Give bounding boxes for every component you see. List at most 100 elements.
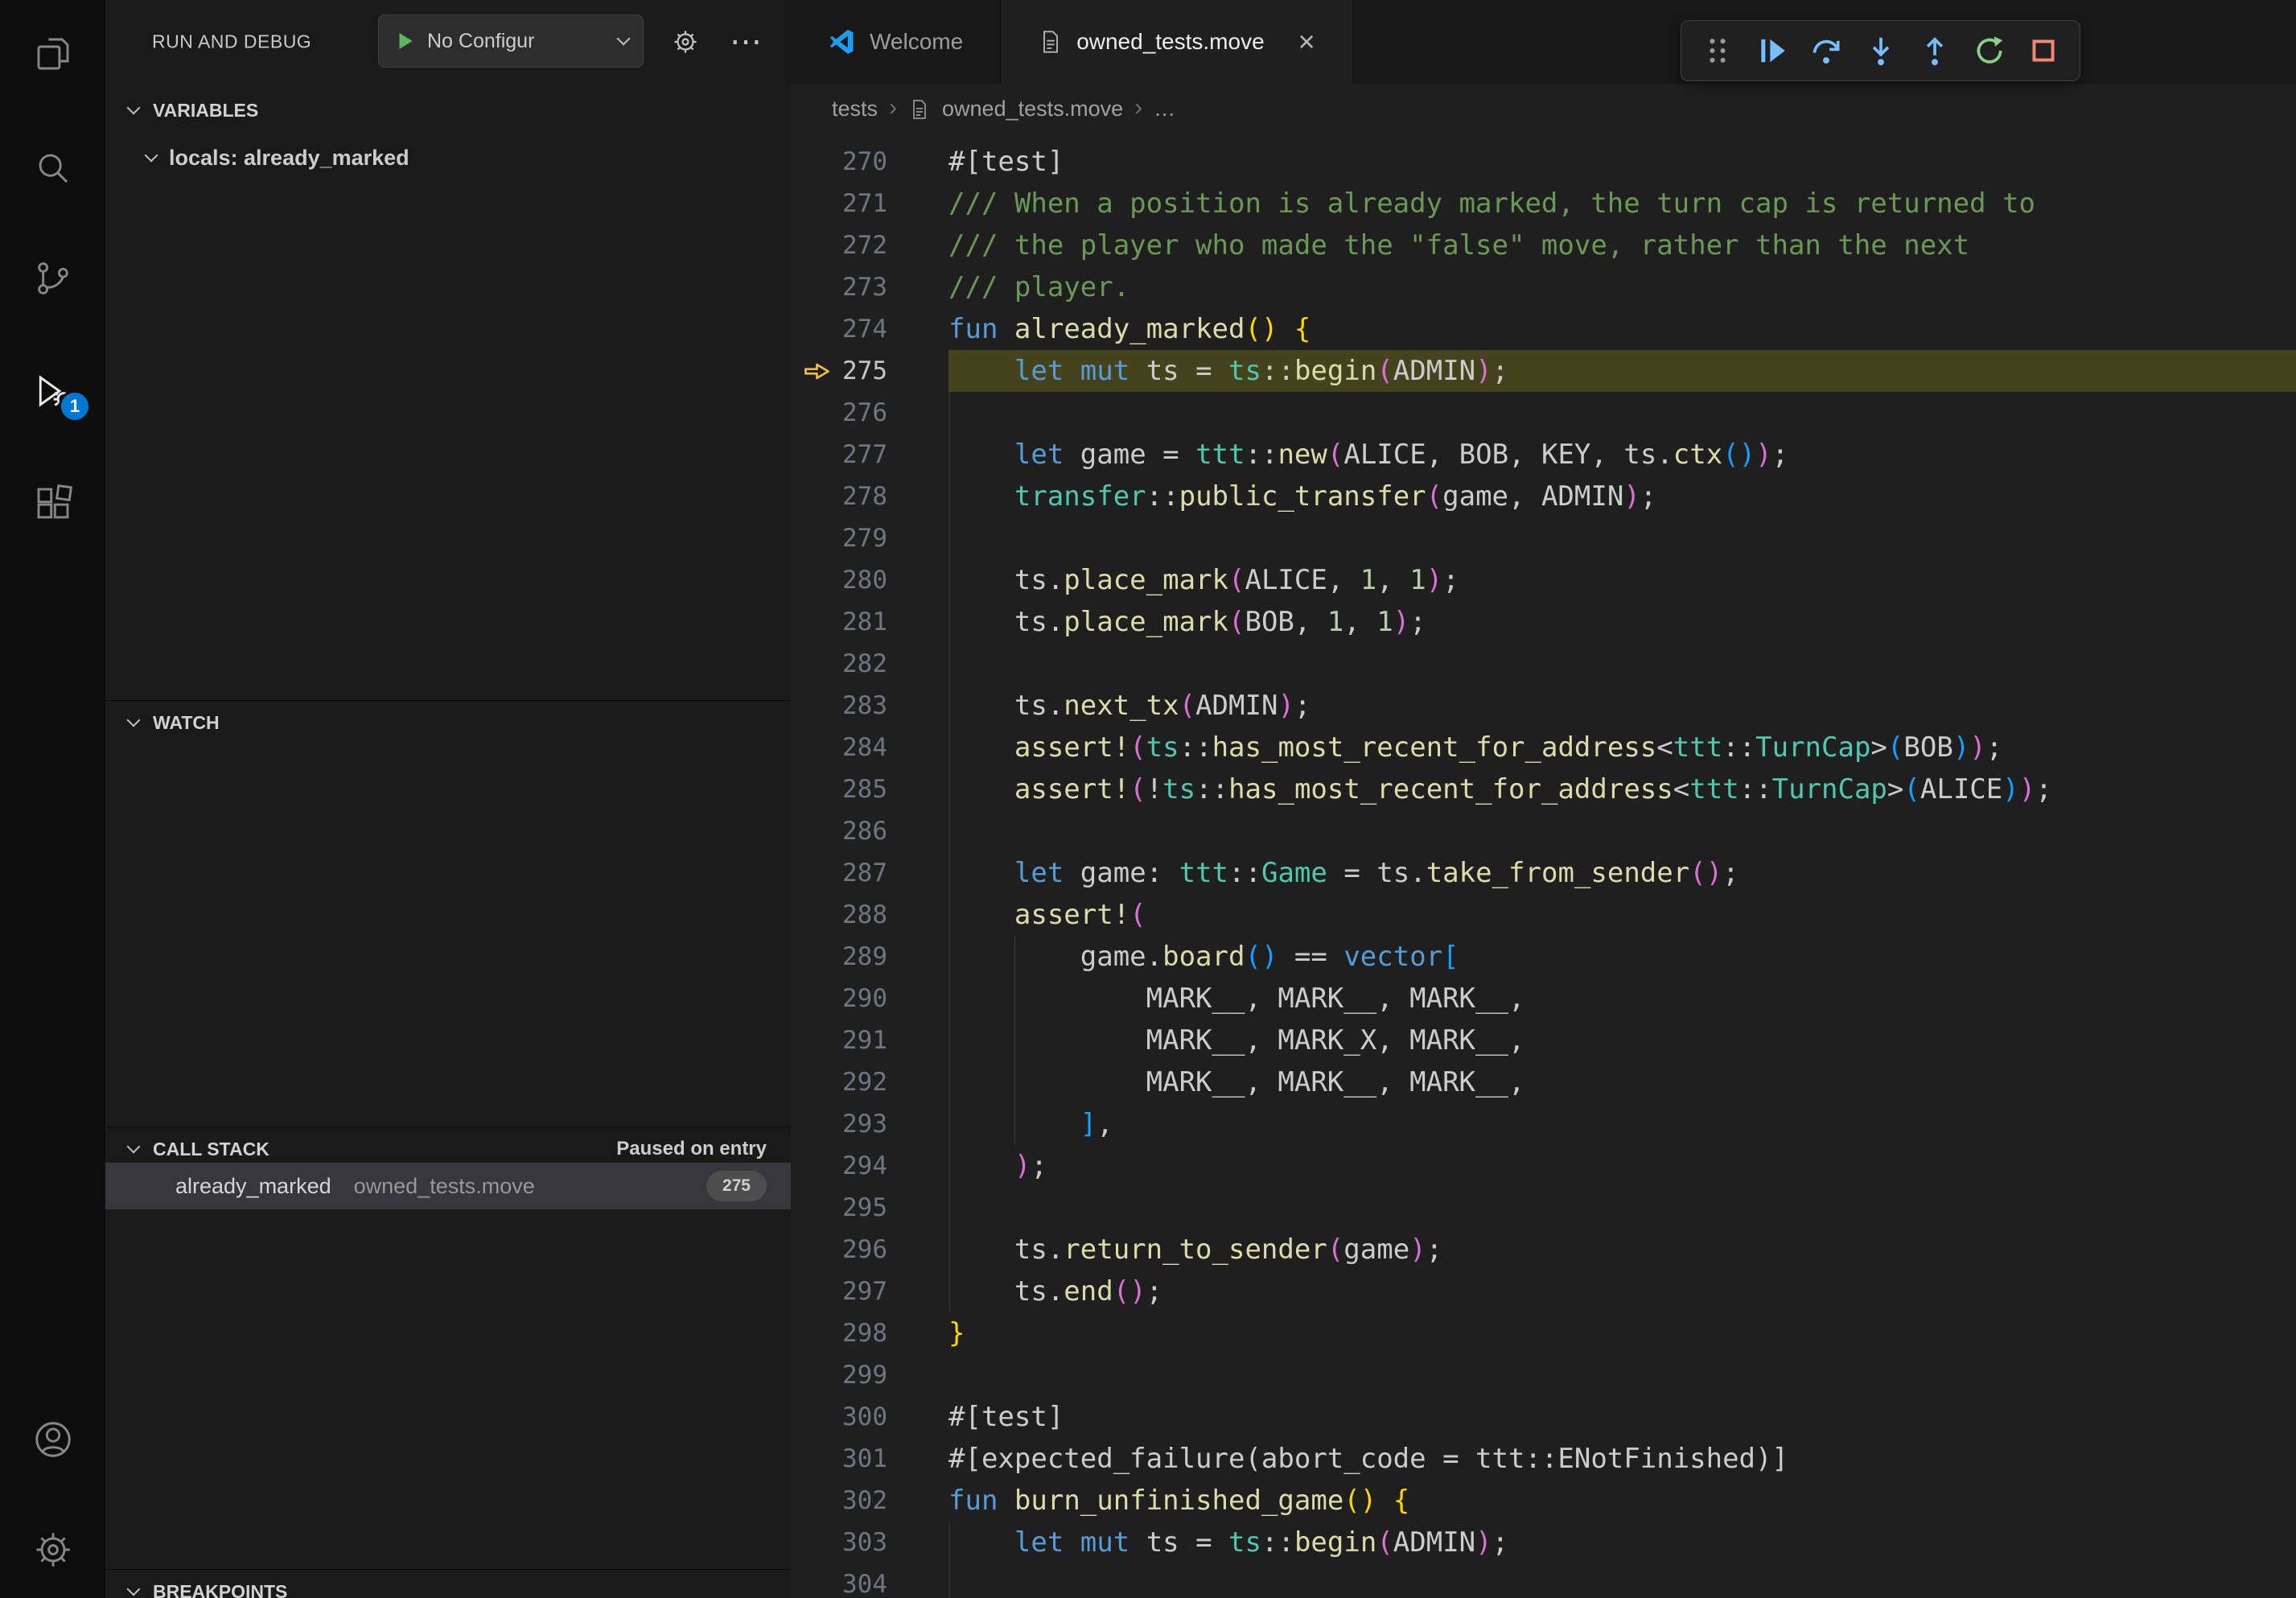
code-line-290[interactable]: 290 MARK__, MARK__, MARK__, (791, 978, 2296, 1019)
line-number[interactable]: 302 (791, 1480, 887, 1522)
code-line-272[interactable]: 272/// the player who made the "false" m… (791, 224, 2296, 266)
code-line-289[interactable]: 289 game.board() == vector[ (791, 936, 2296, 978)
line-number[interactable]: 285 (791, 768, 887, 810)
code-line-295[interactable]: 295 (791, 1187, 2296, 1229)
code-line-296[interactable]: 296 ts.return_to_sender(game); (791, 1229, 2296, 1271)
start-debug-play-icon[interactable] (393, 29, 418, 53)
variables-scope-locals[interactable]: locals: already_marked (105, 138, 791, 177)
extensions-icon[interactable] (0, 459, 105, 548)
line-number[interactable]: 288 (791, 894, 887, 936)
line-number[interactable]: 301 (791, 1438, 887, 1480)
line-number[interactable]: 299 (791, 1354, 887, 1396)
code-line-274[interactable]: 274fun already_marked() { (791, 308, 2296, 350)
breadcrumb-more[interactable]: … (1154, 97, 1175, 121)
line-number[interactable]: 304 (791, 1563, 887, 1598)
line-number[interactable]: 280 (791, 559, 887, 601)
debug-toolbar-drag-handle[interactable] (1697, 29, 1738, 72)
code-line-298[interactable]: 298} (791, 1312, 2296, 1354)
line-number[interactable]: 290 (791, 978, 887, 1019)
section-header-variables[interactable]: VARIABLES (105, 91, 791, 130)
code-line-291[interactable]: 291 MARK__, MARK_X, MARK__, (791, 1019, 2296, 1061)
call-stack-frame[interactable]: already_marked owned_tests.move 275 (105, 1163, 791, 1209)
source-control-icon[interactable] (0, 234, 105, 323)
line-number[interactable]: 277 (791, 434, 887, 476)
step-out-button[interactable] (1915, 29, 1955, 72)
code-line-283[interactable]: 283 ts.next_tx(ADMIN); (791, 685, 2296, 727)
code-line-281[interactable]: 281 ts.place_mark(BOB, 1, 1); (791, 601, 2296, 643)
code-line-279[interactable]: 279 (791, 517, 2296, 559)
code-line-304[interactable]: 304 (791, 1563, 2296, 1598)
line-number[interactable]: 282 (791, 643, 887, 685)
code-line-301[interactable]: 301#[expected_failure(abort_code = ttt::… (791, 1438, 2296, 1480)
code-line-284[interactable]: 284 assert!(ts::has_most_recent_for_addr… (791, 727, 2296, 768)
run-and-debug-icon[interactable]: 1 (0, 347, 105, 435)
code-line-297[interactable]: 297 ts.end(); (791, 1271, 2296, 1312)
line-number[interactable]: 279 (791, 517, 887, 559)
tab-owned-tests-move[interactable]: owned_tests.move × (1001, 0, 1353, 84)
line-number[interactable]: 296 (791, 1229, 887, 1271)
breadcrumb-tests[interactable]: tests (832, 97, 878, 121)
close-icon[interactable]: × (1298, 27, 1315, 56)
line-number[interactable]: 289 (791, 936, 887, 978)
code-line-285[interactable]: 285 assert!(!ts::has_most_recent_for_add… (791, 768, 2296, 810)
section-header-breakpoints[interactable]: BREAKPOINTS (105, 1572, 791, 1598)
line-number[interactable]: 275 (791, 350, 887, 392)
code-line-287[interactable]: 287 let game: ttt::Game = ts.take_from_s… (791, 852, 2296, 894)
line-number[interactable]: 274 (791, 308, 887, 350)
line-number[interactable]: 271 (791, 183, 887, 224)
line-number[interactable]: 273 (791, 266, 887, 308)
line-number[interactable]: 297 (791, 1271, 887, 1312)
line-number[interactable]: 293 (791, 1103, 887, 1145)
tab-welcome[interactable]: Welcome (791, 0, 1001, 84)
line-number[interactable]: 294 (791, 1145, 887, 1187)
code-line-277[interactable]: 277 let game = ttt::new(ALICE, BOB, KEY,… (791, 434, 2296, 476)
code-line-271[interactable]: 271/// When a position is already marked… (791, 183, 2296, 224)
code-line-292[interactable]: 292 MARK__, MARK__, MARK__, (791, 1061, 2296, 1103)
code-line-293[interactable]: 293 ], (791, 1103, 2296, 1145)
code-line-270[interactable]: 270#[test] (791, 141, 2296, 183)
more-actions-ellipsis-icon[interactable]: ⋯ (730, 26, 762, 58)
debug-settings-gear-icon[interactable] (670, 27, 701, 57)
search-icon[interactable] (0, 124, 105, 212)
line-number[interactable]: 272 (791, 224, 887, 266)
code-line-302[interactable]: 302fun burn_unfinished_game() { (791, 1480, 2296, 1522)
code-line-294[interactable]: 294 ); (791, 1145, 2296, 1187)
code-line-288[interactable]: 288 assert!( (791, 894, 2296, 936)
line-number[interactable]: 278 (791, 476, 887, 517)
code-line-303[interactable]: 303 let mut ts = ts::begin(ADMIN); (791, 1522, 2296, 1563)
breadcrumb-file[interactable]: owned_tests.move (942, 97, 1123, 121)
line-number[interactable]: 283 (791, 685, 887, 727)
code-line-275[interactable]: 275 let mut ts = ts::begin(ADMIN); (791, 350, 2296, 392)
line-number[interactable]: 270 (791, 141, 887, 183)
debug-config-dropdown[interactable]: No Configur (378, 14, 644, 68)
line-number[interactable]: 284 (791, 727, 887, 768)
step-into-button[interactable] (1861, 29, 1901, 72)
code-line-299[interactable]: 299 (791, 1354, 2296, 1396)
settings-gear-icon[interactable] (0, 1505, 105, 1594)
section-header-watch[interactable]: WATCH (105, 703, 791, 742)
step-over-button[interactable] (1806, 29, 1846, 72)
line-number[interactable]: 292 (791, 1061, 887, 1103)
continue-button[interactable] (1752, 29, 1792, 72)
stop-button[interactable] (2023, 29, 2064, 72)
code-line-300[interactable]: 300#[test] (791, 1396, 2296, 1438)
code-line-278[interactable]: 278 transfer::public_transfer(game, ADMI… (791, 476, 2296, 517)
code-line-276[interactable]: 276 (791, 392, 2296, 434)
line-number[interactable]: 291 (791, 1019, 887, 1061)
restart-button[interactable] (1969, 29, 2010, 72)
line-number[interactable]: 300 (791, 1396, 887, 1438)
code-line-273[interactable]: 273/// player. (791, 266, 2296, 308)
code-line-282[interactable]: 282 (791, 643, 2296, 685)
line-number[interactable]: 276 (791, 392, 887, 434)
line-number[interactable]: 298 (791, 1312, 887, 1354)
line-number[interactable]: 281 (791, 601, 887, 643)
line-number[interactable]: 295 (791, 1187, 887, 1229)
account-icon[interactable] (0, 1395, 105, 1484)
code-editor[interactable]: 270#[test]271/// When a position is alre… (791, 134, 2296, 1598)
files-explorer-icon[interactable] (0, 10, 105, 98)
code-line-286[interactable]: 286 (791, 810, 2296, 852)
line-number[interactable]: 303 (791, 1522, 887, 1563)
code-line-280[interactable]: 280 ts.place_mark(ALICE, 1, 1); (791, 559, 2296, 601)
line-number[interactable]: 286 (791, 810, 887, 852)
line-number[interactable]: 287 (791, 852, 887, 894)
